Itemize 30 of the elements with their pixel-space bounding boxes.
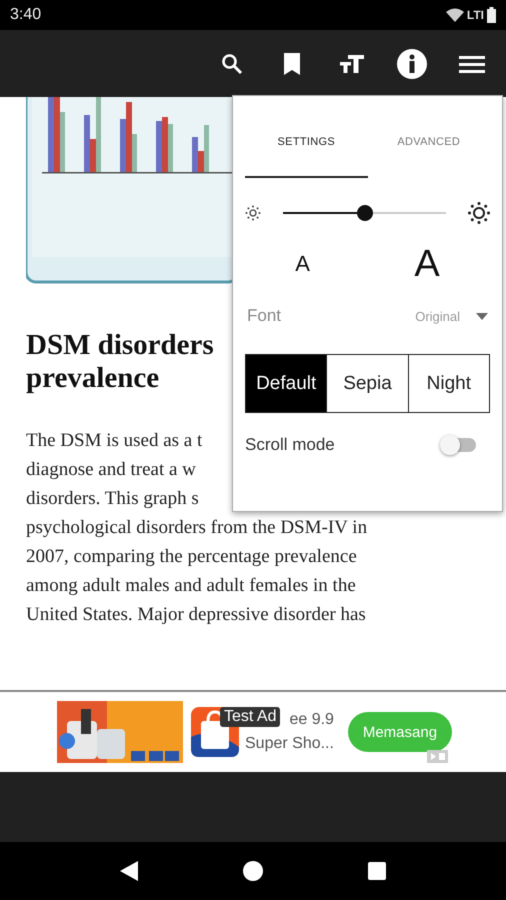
theme-button[interactable]: Default (246, 355, 326, 412)
settings-tab[interactable]: ADVANCED (368, 108, 490, 178)
back-icon[interactable] (120, 861, 138, 881)
dropdown-caret-icon[interactable] (476, 312, 488, 320)
font-label: Font (247, 306, 282, 326)
article-text-line: among adult males and adult females in the (26, 574, 356, 598)
brightness-high-icon (468, 202, 490, 224)
increase-text-size[interactable]: A (414, 242, 440, 286)
ad-subtitle: Super Sho... (245, 735, 334, 753)
settings-tab[interactable]: SETTINGS (245, 108, 368, 178)
article-text-line: The DSM is used as a t (26, 429, 202, 453)
article-heading: prevalence (26, 362, 160, 395)
ad-label: Test Ad (220, 707, 280, 727)
slider-thumb[interactable] (356, 205, 372, 221)
home-icon[interactable] (243, 861, 263, 881)
article-text-line: psychological disorders from the DSM-IV in (26, 516, 368, 540)
network-type: LTI (466, 8, 484, 22)
battery-icon (487, 7, 496, 23)
ad-title: ee 9.9 (289, 711, 334, 729)
article-text-line: 2007, comparing the percentage prevalence (26, 545, 357, 569)
wifi-icon (446, 8, 464, 22)
brightness-low-icon (245, 205, 261, 221)
article-text-line: disorders. This graph s (26, 487, 199, 511)
article-text-line: United States. Major depressive disorder has (26, 603, 366, 627)
clock: 3:40 (10, 6, 42, 24)
scroll-mode-switch[interactable] (442, 438, 476, 452)
decrease-text-size[interactable]: A (295, 251, 310, 277)
scroll-mode-label: Scroll mode (245, 435, 335, 455)
article-heading: DSM disorders (26, 329, 214, 362)
article-text-line: diagnose and treat a w (26, 458, 196, 482)
